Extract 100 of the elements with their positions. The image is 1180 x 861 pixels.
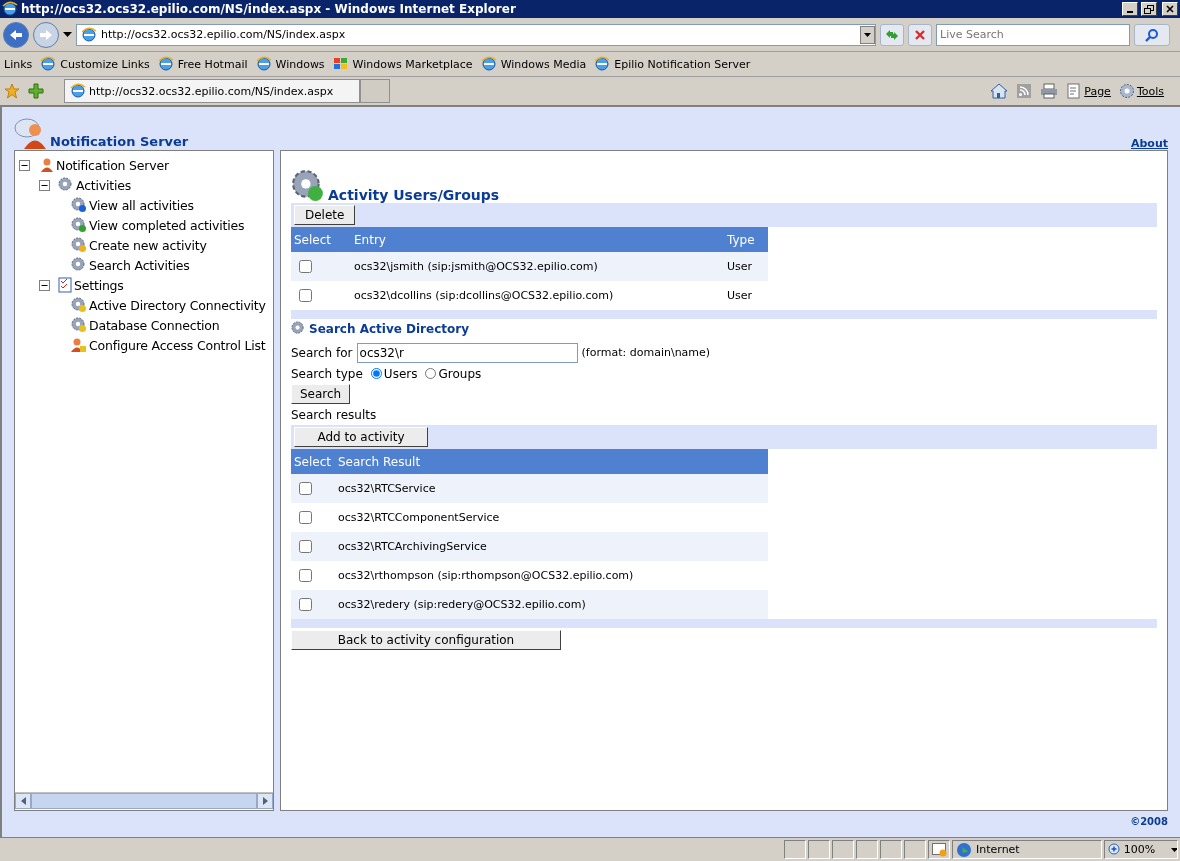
tree-item[interactable]: View completed activities	[89, 217, 245, 233]
section-title: Activity Users/Groups	[328, 187, 500, 203]
add-favorite-icon[interactable]	[28, 83, 44, 99]
tree-item[interactable]: Activities	[76, 177, 132, 193]
tree-item[interactable]: Configure Access Control List	[89, 337, 266, 353]
caret-left-icon	[20, 797, 26, 805]
status-pane	[856, 840, 878, 859]
checklist-icon	[58, 277, 72, 293]
tree-item[interactable]: Settings	[74, 277, 124, 293]
radio-button[interactable]	[425, 368, 437, 379]
browser-tab[interactable]: http://ocs32.ocs32.epilio.com/NS/index.aspx	[64, 79, 360, 103]
copyright: ©2008	[1130, 815, 1168, 827]
stop-button[interactable]	[908, 23, 932, 46]
tools-menu[interactable]: Tools	[1118, 83, 1164, 99]
row-checkbox[interactable]	[299, 289, 312, 303]
zoom-icon	[1108, 842, 1120, 857]
favorites-link[interactable]: Customize Links	[40, 56, 150, 72]
minimize-button[interactable]	[1122, 2, 1138, 16]
tree-item[interactable]: Search Activities	[89, 257, 190, 273]
dropdown-icon[interactable]	[63, 32, 72, 37]
security-zone: Internet	[976, 843, 1020, 856]
type-cell-text: User	[726, 289, 754, 302]
address-field[interactable]: http://ocs32.ocs32.epilio.com/NS/index.aspx	[76, 23, 876, 46]
caret-right-icon	[262, 797, 268, 805]
radio-button[interactable]	[370, 368, 382, 379]
window-title: http://ocs32.ocs32.epilio.com/NS/index.aspx - Windows Internet Explorer	[21, 2, 517, 16]
favorites-link[interactable]: Epilio Notification Server	[594, 56, 751, 72]
favorites-link[interactable]: Windows	[255, 56, 325, 72]
dropdown-icon[interactable]	[860, 25, 875, 44]
radio-label: Users	[383, 366, 418, 381]
type-cell-text: User	[726, 260, 754, 273]
arrow-right-icon	[39, 28, 53, 41]
row-checkbox[interactable]	[299, 540, 312, 554]
favorites-link[interactable]: Windows Marketplace	[332, 57, 473, 71]
about-link[interactable]: About	[1130, 137, 1168, 150]
search-button[interactable]	[1134, 23, 1170, 46]
zoom-level[interactable]: 100%	[1123, 843, 1156, 856]
result-cell-text: ocs32\RTCArchivingService	[337, 540, 488, 553]
format-hint: (format: domain\name)	[581, 346, 711, 359]
horizontal-scrollbar[interactable]	[15, 792, 273, 809]
result-cell-text: ocs32\rthompson (sip:rthompson@OCS32.epilio.com)	[337, 569, 635, 582]
result-cell-text: ocs32\redery (sip:redery@OCS32.epilio.com)	[337, 598, 587, 611]
row-checkbox[interactable]	[299, 569, 312, 583]
column-header: Type	[726, 232, 756, 247]
gear-icon	[71, 257, 87, 273]
tree-item[interactable]: View all activities	[89, 197, 194, 213]
printer-icon[interactable]	[1040, 83, 1059, 99]
entry-cell-text: ocs32\dcollins (sip:dcollins@OCS32.epilio.com)	[353, 289, 615, 302]
ie-page-icon	[157, 56, 174, 72]
delete-button[interactable]: Delete	[294, 205, 356, 225]
ie-icon	[2, 1, 18, 17]
tree-item[interactable]: Database Connection	[89, 317, 220, 333]
page-icon	[1066, 83, 1083, 99]
row-checkbox[interactable]	[299, 482, 312, 496]
refresh-icon	[885, 28, 899, 41]
back-button[interactable]	[3, 21, 29, 48]
collapse-icon[interactable]	[19, 159, 30, 171]
star-icon[interactable]	[4, 83, 20, 99]
row-checkbox[interactable]	[299, 260, 312, 274]
status-pane	[808, 840, 830, 859]
globe-icon	[956, 841, 972, 858]
row-checkbox[interactable]	[299, 511, 312, 525]
ie-page-icon	[40, 56, 57, 72]
scroll-left-button[interactable]	[15, 793, 31, 809]
favorites-link[interactable]: Free Hotmail	[157, 56, 248, 72]
user-chat-icon	[14, 116, 48, 150]
search-button[interactable]: Search	[291, 384, 351, 404]
status-pane	[832, 840, 854, 859]
home-icon[interactable]	[990, 83, 1009, 99]
row-checkbox[interactable]	[299, 598, 312, 612]
back-button[interactable]: Back to activity configuration	[291, 630, 561, 650]
search-field[interactable]: Live Search	[936, 23, 1130, 46]
close-icon	[1166, 5, 1174, 13]
tree-item[interactable]: Create new activity	[89, 237, 207, 253]
tree-item[interactable]: Active Directory Connectivity	[89, 297, 266, 313]
tree-item[interactable]: Notification Server	[56, 157, 169, 173]
refresh-button[interactable]	[880, 23, 904, 46]
add-to-activity-button[interactable]: Add to activity	[294, 427, 428, 447]
status-pane	[880, 840, 902, 859]
ie-page-icon	[255, 56, 272, 72]
dropdown-icon[interactable]	[1171, 847, 1177, 852]
windows-flag-icon	[332, 57, 349, 71]
collapse-icon[interactable]	[39, 279, 50, 291]
result-cell-text: ocs32\RTCComponentService	[337, 511, 501, 524]
collapse-icon[interactable]	[39, 179, 50, 191]
favorites-link[interactable]: Windows Media	[480, 56, 587, 72]
page-menu[interactable]: Page	[1066, 83, 1111, 99]
app-title: Notification Server	[50, 134, 190, 150]
scrollbar-thumb[interactable]	[31, 793, 257, 809]
column-header: Select	[293, 232, 333, 247]
result-cell-text: ocs32\RTCService	[337, 482, 437, 495]
section-title: Search Active Directory	[309, 322, 469, 336]
forward-button[interactable]	[33, 21, 59, 48]
search-for-field[interactable]: ocs32\r	[356, 342, 578, 363]
close-button[interactable]	[1162, 2, 1178, 16]
scroll-right-button[interactable]	[257, 793, 273, 809]
restore-button[interactable]	[1141, 2, 1157, 16]
entry-cell-text: ocs32\jsmith (sip:jsmith@OCS32.epilio.com)	[353, 260, 599, 273]
user-icon	[38, 157, 54, 173]
feed-icon[interactable]	[1016, 83, 1033, 99]
